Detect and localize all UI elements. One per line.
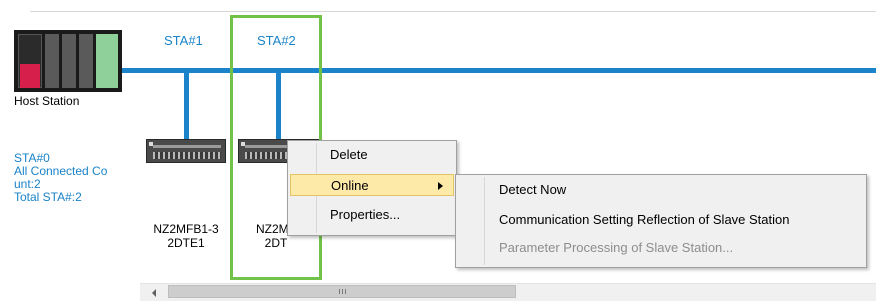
menu-item-online[interactable]: Online [290,174,454,196]
host-station-module[interactable] [14,30,122,92]
context-menu: Delete Online Properties... [287,140,457,236]
station-1-drop-line [184,73,189,139]
host-station-label: Host Station [14,94,80,108]
menu-item-delete[interactable]: Delete [290,144,454,166]
network-info-text: STA#0 All Connected Co unt:2 Total STA#:… [14,151,108,204]
submenu-item-detect-now[interactable]: Detect Now [458,179,864,201]
host-red-slot [20,64,40,88]
top-divider [30,11,876,12]
online-submenu: Detect Now Communication Setting Reflect… [455,174,867,268]
submenu-item-parameter-processing: Parameter Processing of Slave Station... [499,240,734,255]
submenu-item-communication-setting-reflection[interactable]: Communication Setting Reflection of Slav… [458,209,864,231]
host-slot-2 [45,34,59,88]
host-slot-3 [62,34,76,88]
scroll-left-arrow-icon[interactable] [152,289,156,297]
horizontal-scrollbar[interactable] [140,283,876,301]
station-label-1[interactable]: STA#1 [164,33,203,48]
station-1-module[interactable] [146,139,226,163]
submenu-arrow-icon [438,182,443,190]
scrollbar-grip-icon [339,289,346,294]
station-1-module-name: NZ2MFB1-3 2DTE1 [153,222,219,250]
host-green-slot [96,34,118,88]
scrollbar-thumb[interactable] [168,285,516,298]
host-slot-4 [79,34,93,88]
menu-item-properties[interactable]: Properties... [290,204,454,226]
